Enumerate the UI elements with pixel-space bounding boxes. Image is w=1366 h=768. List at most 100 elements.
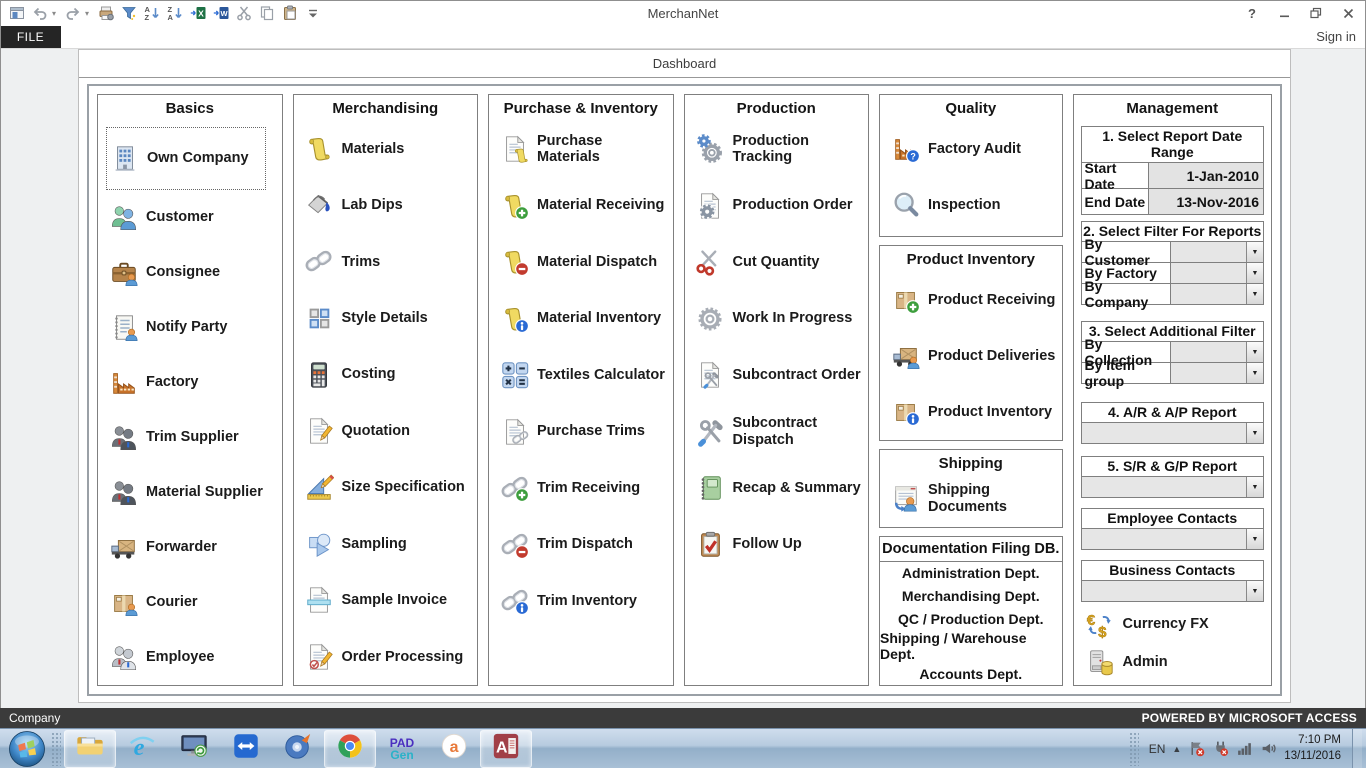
dropdown-button[interactable]: ▼ [1246,342,1263,362]
taskbar-button-access[interactable]: A [480,730,532,768]
export-excel-icon[interactable]: X [187,3,208,24]
item-material-dispatch[interactable]: Material Dispatch [499,234,669,291]
item-subcontract-order[interactable]: Subcontract Order [695,347,865,404]
item-product-inventory[interactable]: Product Inventory [890,384,1058,440]
combo-value[interactable] [1082,423,1247,443]
access-window-icon[interactable] [6,3,27,24]
by-customer-combo[interactable]: ▼ [1170,242,1264,262]
dropdown-button[interactable]: ▼ [1246,477,1263,497]
item-materials[interactable]: Materials [304,121,474,177]
item-courier[interactable]: Courier [108,575,278,630]
language-indicator[interactable]: EN [1149,742,1166,756]
action-center-flag-icon[interactable] [1188,740,1205,757]
item-notify-party[interactable]: Notify Party [108,300,278,355]
item-consignee[interactable]: Consignee [108,245,278,300]
item-purchase-materials[interactable]: Purchase Materials [499,121,669,178]
combo-value[interactable] [1171,284,1247,304]
paste-icon[interactable] [279,3,300,24]
item-material-inventory[interactable]: Material Inventory [499,291,669,348]
volume-icon[interactable] [1260,740,1277,757]
item-admin[interactable]: Admin [1085,647,1265,678]
item-own-company[interactable]: Own Company [106,127,266,190]
item-production-tracking[interactable]: Production Tracking [695,121,865,178]
link-shipping-warehouse-dept[interactable]: Shipping / Warehouse Dept. [880,630,1062,662]
item-factory[interactable]: Factory [108,355,278,410]
link-accounts-dept[interactable]: Accounts Dept. [880,662,1062,685]
minimize-icon[interactable] [1270,2,1298,24]
4-a-r-a-p-report-combo[interactable]: ▼ [1082,422,1264,443]
item-subcontract-dispatch[interactable]: Subcontract Dispatch [695,404,865,461]
by-collection-combo[interactable]: ▼ [1170,342,1264,362]
power-plug-icon[interactable] [1212,740,1229,757]
clock[interactable]: 7:10 PM 13/11/2016 [1284,733,1345,764]
item-purchase-trims[interactable]: Purchase Trims [499,404,669,461]
taskbar-button-ie[interactable]: e [116,730,168,768]
restore-icon[interactable] [1302,2,1330,24]
by-factory-combo[interactable]: ▼ [1170,263,1264,283]
combo-value[interactable] [1171,242,1247,262]
dropdown-button[interactable]: ▼ [1246,581,1263,601]
link-qc-production-dept[interactable]: QC / Production Dept. [880,608,1062,631]
combo-value[interactable] [1082,581,1247,601]
help-icon[interactable]: ? [1238,2,1266,24]
taskbar-button-rdp[interactable] [168,730,220,768]
taskbar-button-chrome[interactable] [324,730,376,768]
taskbar-button-teamviewer[interactable] [220,730,272,768]
link-merchandising-dept[interactable]: Merchandising Dept. [880,585,1062,608]
item-customer[interactable]: Customer [108,190,278,245]
employee-contacts-combo[interactable]: ▼ [1082,528,1264,549]
file-tab[interactable]: FILE [0,26,61,48]
network-signal-icon[interactable] [1236,740,1253,757]
item-textiles-calculator[interactable]: Textiles Calculator [499,347,669,404]
item-product-receiving[interactable]: Product Receiving [890,272,1058,328]
by-company-combo[interactable]: ▼ [1170,284,1264,304]
dropdown-button[interactable]: ▼ [1246,284,1263,304]
sign-in-link[interactable]: Sign in [1316,29,1356,44]
by-item-group-combo[interactable]: ▼ [1170,363,1264,383]
item-employee[interactable]: Employee [108,630,278,685]
item-product-deliveries[interactable]: Product Deliveries [890,328,1058,384]
export-word-icon[interactable]: W [210,3,231,24]
item-lab-dips[interactable]: Lab Dips [304,177,474,233]
taskbar-button-padgen[interactable]: PADGen [376,730,428,768]
start-button-icon[interactable] [8,730,46,768]
item-shipping-documents[interactable]: Shipping Documents [890,476,1058,522]
item-inspection[interactable]: Inspection [890,177,1058,233]
link-administration-dept[interactable]: Administration Dept. [880,562,1062,585]
combo-value[interactable] [1171,363,1247,383]
item-trim-receiving[interactable]: Trim Receiving [499,460,669,517]
item-style-details[interactable]: Style Details [304,290,474,346]
item-size-specification[interactable]: Size Specification [304,459,474,515]
cut-icon[interactable] [233,3,254,24]
customize-icon[interactable] [302,3,323,24]
undo-dropdown-icon[interactable]: ▾ [52,9,60,18]
redo-icon[interactable] [62,3,83,24]
redo-dropdown-icon[interactable]: ▾ [85,9,93,18]
show-desktop-button[interactable] [1352,729,1362,768]
item-work-in-progress[interactable]: Work In Progress [695,291,865,348]
form-tab-dashboard[interactable]: Dashboard [79,50,1290,78]
item-factory-audit[interactable]: ?Factory Audit [890,121,1058,177]
5-s-r-g-p-report-combo[interactable]: ▼ [1082,476,1264,497]
combo-value[interactable] [1082,529,1247,549]
copy-icon[interactable] [256,3,277,24]
item-production-order[interactable]: Production Order [695,178,865,235]
item-sample-invoice[interactable]: Sample Invoice [304,572,474,628]
item-trim-inventory[interactable]: Trim Inventory [499,573,669,630]
item-costing[interactable]: Costing [304,347,474,403]
item-follow-up[interactable]: Follow Up [695,517,865,574]
taskbar-button-a-app[interactable]: a [428,730,480,768]
item-trim-dispatch[interactable]: Trim Dispatch [499,517,669,574]
dropdown-button[interactable]: ▼ [1246,423,1263,443]
tray-expand-icon[interactable]: ▲ [1172,744,1181,754]
undo-icon[interactable] [29,3,50,24]
item-quotation[interactable]: Quotation [304,403,474,459]
sort-asc-icon[interactable]: AZ [141,3,162,24]
item-sampling[interactable]: Sampling [304,516,474,572]
item-forwarder[interactable]: Forwarder [108,520,278,575]
business-contacts-combo[interactable]: ▼ [1082,580,1264,601]
item-order-processing[interactable]: Order Processing [304,629,474,685]
combo-value[interactable] [1171,263,1247,283]
combo-value[interactable] [1171,342,1247,362]
filter-icon[interactable] [118,3,139,24]
